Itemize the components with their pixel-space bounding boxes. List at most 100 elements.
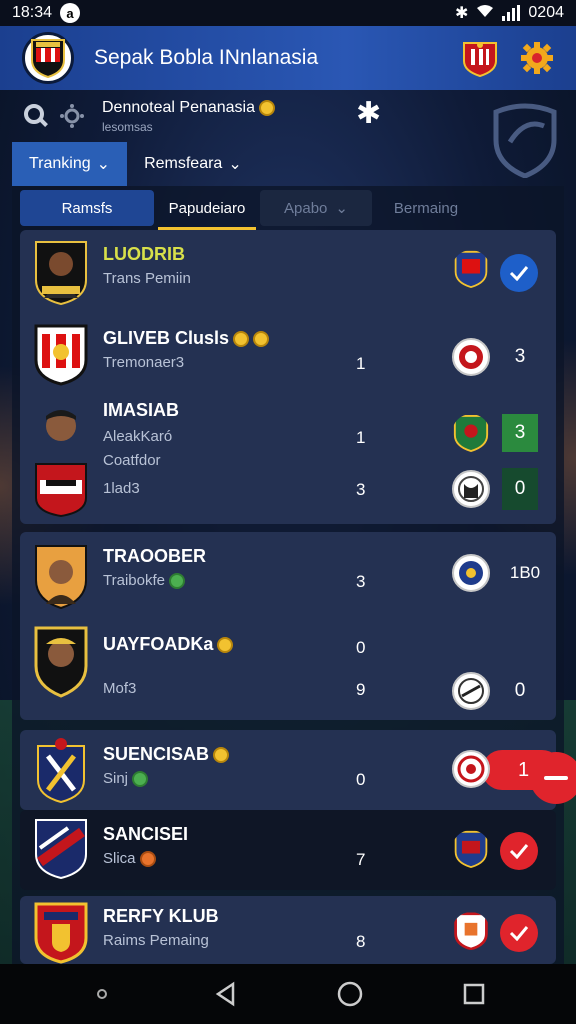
coin-icon: [132, 770, 149, 787]
club-badge-icon[interactable]: [462, 39, 498, 77]
player-sub: Traibokfe: [103, 572, 185, 589]
club-sub: Sinj: [103, 770, 149, 787]
ranking-panel: Ramsfs Papudeiaro Apabo ⌄ Bermaing LUODR…: [12, 186, 564, 964]
segment-ramsfs[interactable]: Ramsfs: [20, 190, 154, 226]
rank-value: 1: [356, 428, 366, 447]
status-right-time: 0204: [528, 4, 564, 21]
notification-icon: a: [60, 3, 81, 23]
list-item[interactable]: GLIVEB Clusls Tremonaer3 1 3: [20, 314, 556, 398]
club-badge: [34, 324, 88, 386]
rank-value: 1: [356, 354, 366, 373]
coin-icon: [233, 330, 250, 347]
rank-value: 8: [356, 932, 366, 951]
score-value: 0: [514, 680, 526, 701]
club-badge: [35, 819, 87, 880]
app-logo[interactable]: [22, 32, 74, 84]
rank-value: 3: [356, 572, 366, 591]
player-sub: Mof3: [103, 680, 137, 697]
list-item[interactable]: UAYFOADKa 0 Mof3 9 0: [20, 616, 556, 720]
segment-papudeiaro[interactable]: Papudeiaro: [158, 190, 256, 230]
segment-bermaing[interactable]: Bermaing: [376, 190, 476, 226]
gear-icon[interactable]: [520, 41, 554, 75]
segment-apabo[interactable]: Apabo ⌄: [260, 190, 372, 226]
score-value: 3: [514, 346, 526, 367]
recents-icon[interactable]: [454, 974, 494, 1014]
club-name: LUODRIB: [103, 244, 185, 264]
club-crest: [452, 750, 490, 788]
list-item[interactable]: LUODRIB Trans Pemiin: [20, 230, 556, 314]
chevron-down-icon: ⌄: [96, 156, 111, 173]
check-icon[interactable]: [500, 914, 538, 952]
player-sub: AleakKaró: [103, 428, 173, 445]
player-name: UAYFOADKa: [103, 634, 234, 655]
segment-tabs: Ramsfs Papudeiaro Apabo ⌄ Bermaing: [20, 190, 556, 232]
coin-icon: [139, 850, 156, 867]
coin-icon: [213, 746, 230, 763]
wifi-icon: [476, 4, 494, 23]
coin-icon: [168, 572, 185, 589]
dot-icon[interactable]: [82, 974, 122, 1014]
bluetooth-icon: ✱: [455, 5, 469, 22]
club-crest: [454, 830, 488, 868]
check-icon[interactable]: [500, 832, 538, 870]
club-crest: [453, 414, 489, 452]
check-icon[interactable]: [500, 254, 538, 292]
club-card[interactable]: RERFY KLUB Raims Pemaing 8: [20, 896, 556, 964]
tab-label: Remsfeara: [144, 155, 223, 172]
club-sub: Raims Pemaing: [103, 932, 209, 949]
search-icon[interactable]: [22, 102, 50, 130]
top-tabs: Tranking ⌄ Remsfeara ⌄: [12, 142, 259, 186]
list-item[interactable]: IMASIAB AleakKaró 1 3 Coatfdor 1lad3 3 0: [20, 398, 556, 524]
club-badge: [34, 902, 88, 964]
club-badge: [37, 738, 85, 804]
list-item[interactable]: TRAOOBER Traibokfe 3 1B0: [20, 532, 556, 616]
player-name: IMASIAB: [103, 400, 179, 420]
shield-icon: [493, 103, 557, 178]
tab-label: Tranking: [29, 155, 91, 172]
club-name: GLIVEB Clusls: [103, 328, 270, 349]
club-card: LUODRIB Trans Pemiin GLIVEB Clusls Tremo…: [20, 230, 556, 524]
tab-remsfeara[interactable]: Remsfeara ⌄: [127, 142, 259, 186]
signal-icon: [502, 5, 521, 21]
player-portrait: [35, 545, 87, 610]
club-card[interactable]: SUENCISAB Sinj 0 1: [20, 730, 562, 810]
club-card[interactable]: SANCISEI Slica 7: [20, 810, 556, 890]
chevron-down-icon: ⌄: [335, 200, 348, 217]
club-crest: [452, 672, 490, 710]
remove-fab-button[interactable]: [530, 752, 576, 804]
tab-tranking[interactable]: Tranking ⌄: [12, 142, 128, 186]
coin-icon: [253, 330, 270, 347]
club-name: SUENCISAB: [103, 744, 230, 765]
nav-bar: [0, 964, 576, 1024]
asterisk-icon[interactable]: ✱: [356, 96, 381, 131]
player-sub: Coatfdor: [103, 452, 161, 469]
player-portrait: [35, 410, 87, 518]
club-name: RERFY KLUB: [103, 906, 219, 926]
club-crest: [452, 554, 490, 592]
club-sub: Tremonaer3: [103, 354, 185, 371]
status-bar: 18:34 a ✱ 0204: [0, 0, 576, 26]
rank-value: 3: [356, 480, 366, 499]
rank-value: 9: [356, 680, 366, 699]
sub-caption: lesomsas: [102, 119, 153, 134]
status-time: 18:34: [12, 4, 53, 21]
score-value: 3: [502, 414, 538, 452]
back-icon[interactable]: [206, 974, 246, 1014]
club-crest: [452, 470, 490, 508]
score-value: 0: [502, 468, 538, 510]
rank-value: 0: [356, 770, 366, 789]
club-sub: Slica: [103, 850, 156, 867]
player-name: TRAOOBER: [103, 546, 206, 566]
rank-value: 7: [356, 850, 366, 869]
chevron-down-icon: ⌄: [228, 156, 242, 173]
club-name: SANCISEI: [103, 824, 189, 844]
app-header: Sepak Bobla INnlanasia: [0, 26, 576, 90]
club-card: TRAOOBER Traibokfe 3 1B0 UAYFOADKa 0 Mof: [20, 532, 556, 720]
club-crest: [454, 250, 488, 288]
home-icon[interactable]: [330, 974, 370, 1014]
settings-icon[interactable]: [58, 102, 86, 130]
sub-title: Dennoteal Penanasia: [102, 98, 256, 116]
segment-label: Apabo: [284, 199, 328, 217]
app-title: Sepak Bobla INnlanasia: [94, 46, 319, 69]
club-sub: Trans Pemiin: [103, 270, 191, 287]
